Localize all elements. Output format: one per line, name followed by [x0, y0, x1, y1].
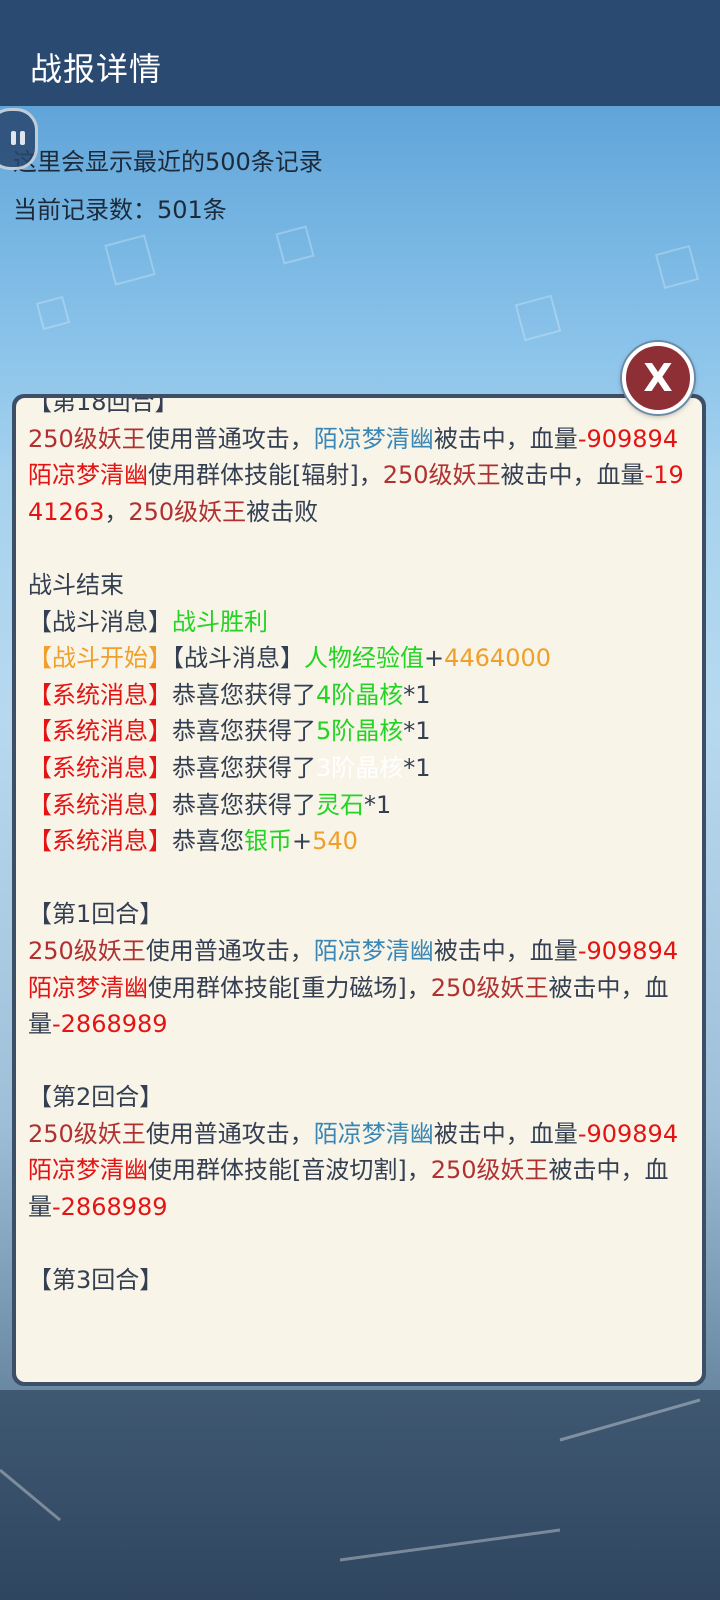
hero-name: 陌凉梦清幽 [28, 1156, 148, 1185]
reward-item: 银币 [244, 827, 292, 856]
page-title: 战报详情 [30, 50, 163, 88]
hero-name: 陌凉梦清幽 [28, 461, 148, 490]
battle-log-panel: 【第18回合】 250级妖王使用普通攻击，陌凉梦清幽被击中，血量-909894 … [12, 394, 706, 1386]
log-text: 恭喜您获得了 [172, 680, 316, 709]
log-text: 恭喜您 [172, 827, 244, 856]
round-header: 【第2回合】 [28, 1083, 164, 1112]
hero-name: 陌凉梦清幽 [313, 424, 434, 453]
exp-value: 4464000 [444, 644, 551, 673]
reward-item: 5阶晶核 [316, 717, 404, 746]
log-line: 250级妖王使用普通攻击，陌凉梦清幽被击中，血量-909894 [28, 421, 688, 458]
reward-qty: *1 [364, 790, 392, 819]
reward-qty: *1 [403, 680, 431, 709]
boss-name: 250级妖王 [28, 936, 146, 965]
log-line: 【系统消息】恭喜您获得了灵石*1 [28, 787, 688, 824]
damage-value: -2868989 [52, 1193, 168, 1222]
log-line: 【系统消息】恭喜您获得了5阶晶核*1 [28, 713, 688, 750]
log-line: 【战斗消息】战斗胜利 [28, 604, 688, 641]
system-msg-tag: 【系统消息】 [28, 827, 172, 856]
exp-label: 人物经验值 [304, 644, 424, 673]
system-msg-tag: 【系统消息】 [28, 680, 172, 709]
record-count: 当前记录数：501条 [13, 196, 227, 224]
close-button[interactable]: X [622, 342, 694, 414]
system-msg-tag: 【系统消息】 [28, 717, 172, 746]
log-line: 陌凉梦清幽使用群体技能[重力磁场]，250级妖王被击中，血量-2868989 [28, 970, 688, 1043]
log-text: 被击中，血量 [433, 424, 578, 453]
battle-msg-tag: 【战斗消息】 [172, 644, 304, 673]
hero-name: 陌凉梦清幽 [313, 1119, 434, 1148]
hero-name: 陌凉梦清幽 [28, 973, 148, 1002]
damage-value: -909894 [577, 424, 679, 453]
floating-handle-icon[interactable] [0, 108, 38, 170]
hero-name: 陌凉梦清幽 [313, 936, 434, 965]
system-msg-tag: 【系统消息】 [28, 790, 172, 819]
silver-plus: + [292, 827, 313, 856]
reward-item: 灵石 [316, 790, 364, 819]
round-header: 【第1回合】 [28, 900, 164, 929]
log-text: 恭喜您获得了 [172, 790, 316, 819]
log-text: 恭喜您获得了 [172, 753, 316, 782]
log-line: 【战斗开始】【战斗消息】人物经验值+4464000 [28, 640, 688, 677]
log-text: 使用普通攻击， [145, 936, 314, 965]
log-text: 使用群体技能[辐射]， [148, 461, 383, 490]
round-header: 【第18回合】 [28, 398, 179, 416]
log-text: 使用普通攻击， [145, 424, 314, 453]
log-text: 被击败 [246, 497, 319, 526]
log-text: 被击中，血量 [500, 461, 645, 490]
reward-qty: *1 [403, 753, 431, 782]
battle-end-line: 战斗结束 [28, 570, 124, 599]
reward-item: 3阶晶核 [316, 753, 404, 782]
log-text: 被击中，血量 [433, 936, 578, 965]
log-line: 250级妖王使用普通攻击，陌凉梦清幽被击中，血量-909894 [28, 933, 688, 970]
battle-msg-tag: 【战斗消息】 [28, 607, 172, 636]
damage-value: -909894 [577, 1119, 679, 1148]
log-line: 陌凉梦清幽使用群体技能[音波切割]，250级妖王被击中，血量-2868989 [28, 1152, 688, 1225]
battle-log-scroll-area[interactable]: 【第18回合】 250级妖王使用普通攻击，陌凉梦清幽被击中，血量-909894 … [16, 398, 702, 1382]
app-header: 战报详情 [0, 0, 720, 106]
boss-name: 250级妖王 [28, 424, 146, 453]
log-text: 使用群体技能[音波切割]， [148, 1156, 431, 1185]
boss-name: 250级妖王 [128, 497, 247, 526]
battle-start-tag: 【战斗开始】 [28, 644, 172, 673]
battle-result: 战斗胜利 [172, 607, 268, 636]
boss-name: 250级妖王 [382, 461, 501, 490]
damage-value: -909894 [577, 936, 679, 965]
log-line: 【系统消息】恭喜您银币+540 [28, 823, 688, 860]
exp-plus: + [424, 644, 445, 673]
record-limit-notice: 这里会显示最近的500条记录 [13, 148, 323, 176]
silver-value: 540 [312, 827, 358, 856]
log-text: 恭喜您获得了 [172, 717, 316, 746]
boss-name: 250级妖王 [28, 1119, 146, 1148]
boss-name: 250级妖王 [430, 973, 549, 1002]
log-line: 【系统消息】恭喜您获得了3阶晶核*1 [28, 750, 688, 787]
reward-item: 4阶晶核 [316, 680, 404, 709]
battle-log-content: 【第18回合】 250级妖王使用普通攻击，陌凉梦清幽被击中，血量-909894 … [16, 398, 702, 1299]
damage-value: -2868989 [52, 1010, 168, 1039]
system-msg-tag: 【系统消息】 [28, 753, 172, 782]
boss-name: 250级妖王 [430, 1156, 549, 1185]
round-header: 【第3回合】 [28, 1266, 164, 1295]
reward-qty: *1 [403, 717, 431, 746]
log-line: 250级妖王使用普通攻击，陌凉梦清幽被击中，血量-909894 [28, 1116, 688, 1153]
log-text: ， [104, 497, 129, 526]
log-line: 陌凉梦清幽使用群体技能[辐射]，250级妖王被击中，血量-1941263，250… [28, 457, 688, 530]
log-text: 被击中，血量 [433, 1119, 578, 1148]
log-text: 使用群体技能[重力磁场]， [148, 973, 431, 1002]
log-text: 使用普通攻击， [145, 1119, 314, 1148]
log-line: 【系统消息】恭喜您获得了4阶晶核*1 [28, 677, 688, 714]
